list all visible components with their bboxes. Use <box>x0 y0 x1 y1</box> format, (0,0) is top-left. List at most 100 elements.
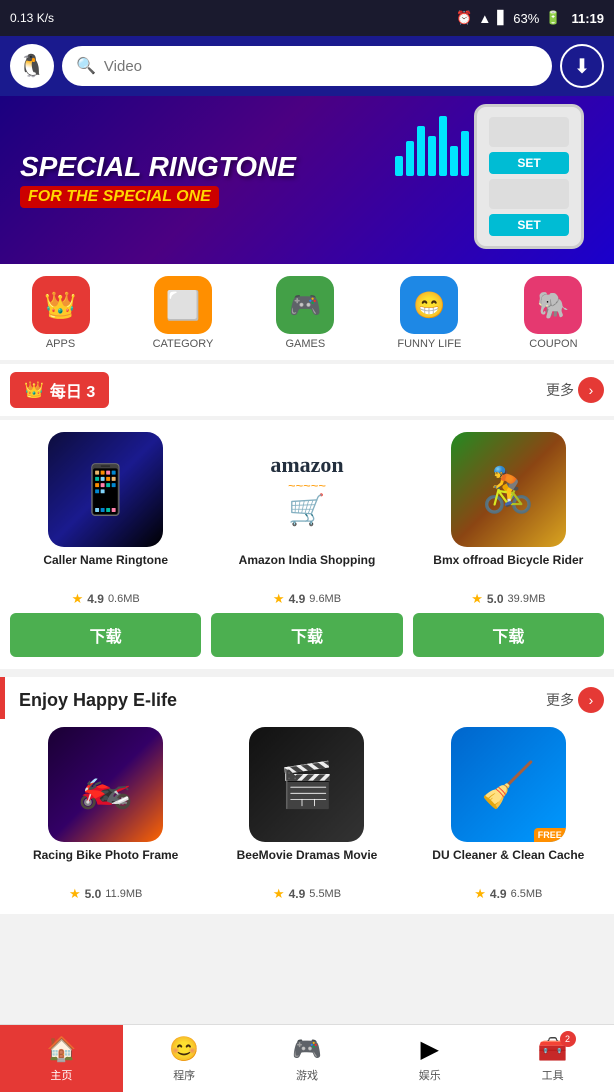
search-icon: 🔍 <box>76 56 96 76</box>
cat-item-funnylife[interactable]: 😁 FUNNY LIFE <box>397 276 461 350</box>
bar4 <box>428 136 436 176</box>
cat-item-apps[interactable]: 👑 APPS <box>32 276 90 350</box>
size-ducleaner: 6.5MB <box>511 888 543 900</box>
nav-label-apps: 程序 <box>173 1067 195 1083</box>
star-icon-beemovie: ★ <box>273 886 285 902</box>
rating-num-racing: 5.0 <box>85 887 102 901</box>
download-button-amazon[interactable]: 下载 <box>211 613 402 657</box>
download-button-caller[interactable]: 下载 <box>10 613 201 657</box>
home-icon: 🏠 <box>46 1035 76 1064</box>
enjoy-icon-ducleaner: 🧹 FREE <box>451 727 566 842</box>
app-name-caller: Caller Name Ringtone <box>43 553 168 585</box>
rating-num-bmx: 5.0 <box>487 592 504 606</box>
download-button[interactable]: ⬇ <box>560 44 604 88</box>
daily-title-wrap: 👑 每日 3 <box>10 372 109 408</box>
alarm-icon: ⏰ <box>456 10 472 26</box>
games-nav-icon: 🎮 <box>292 1035 322 1064</box>
avatar[interactable]: 🐧 <box>10 44 54 88</box>
cat-icon-coupon: 🐘 <box>524 276 582 334</box>
cat-item-coupon[interactable]: 🐘 COUPON <box>524 276 582 350</box>
cat-label-games: GAMES <box>285 338 325 350</box>
app-name-amazon: Amazon India Shopping <box>239 553 376 585</box>
header: 🐧 🔍 ⬇ <box>0 36 614 96</box>
nav-item-apps[interactable]: 😊 程序 <box>123 1025 246 1092</box>
enjoy-card-ducleaner: 🧹 FREE DU Cleaner & Clean Cache ★ 4.9 6.… <box>413 727 604 902</box>
rating-num-ducleaner: 4.9 <box>490 887 507 901</box>
cat-label-apps: APPS <box>46 338 75 350</box>
enjoy-name-ducleaner: DU Cleaner & Clean Cache <box>432 848 584 880</box>
download-button-bmx[interactable]: 下载 <box>413 613 604 657</box>
bar6 <box>450 146 458 176</box>
entertainment-nav-icon: ▶ <box>421 1035 439 1064</box>
enjoy-apps-grid: 🏍️ Racing Bike Photo Frame ★ 5.0 11.9MB … <box>0 719 614 914</box>
tools-badge: 2 <box>560 1031 576 1047</box>
nav-item-entertainment[interactable]: ▶ 娱乐 <box>368 1025 491 1092</box>
nav-item-tools[interactable]: 🧰 2 工具 <box>491 1025 614 1092</box>
set-button-2: SET <box>489 214 569 236</box>
avatar-emoji: 🐧 <box>18 53 45 79</box>
enjoy-more-arrow: › <box>578 687 604 713</box>
bar5 <box>439 116 447 176</box>
nav-label-tools: 工具 <box>542 1067 564 1083</box>
enjoy-rating-beemovie: ★ 4.9 5.5MB <box>273 886 341 902</box>
search-bar[interactable]: 🔍 <box>62 46 552 86</box>
enjoy-name-racing: Racing Bike Photo Frame <box>33 848 178 880</box>
cat-icon-category: ⬜ <box>154 276 212 334</box>
app-card-bmx: 🚴 Bmx offroad Bicycle Rider ★ 5.0 39.9MB… <box>413 432 604 657</box>
banner-line1: SPECIAL RINGTONE <box>20 152 296 183</box>
star-icon-bmx: ★ <box>471 591 483 607</box>
daily-title: 每日 3 <box>50 378 95 402</box>
bottom-nav: 🏠 主页 😊 程序 🎮 游戏 ▶ 娱乐 🧰 2 工具 <box>0 1024 614 1092</box>
size-racing: 11.9MB <box>105 888 142 900</box>
cat-icon-funnylife: 😁 <box>400 276 458 334</box>
daily-more-link[interactable]: 更多 › <box>546 377 604 403</box>
status-bar: 0.13 K/s ⏰ ▲ ▋ 63% 🔋 11:19 <box>0 0 614 36</box>
enjoy-name-beemovie: BeeMovie Dramas Movie <box>237 848 378 880</box>
network-speed: 0.13 K/s <box>10 11 54 25</box>
clock: 11:19 <box>571 11 604 26</box>
banner-text: SPECIAL RINGTONE FOR THE SPECIAL ONE <box>20 152 296 209</box>
signal-icon: ▋ <box>497 10 507 26</box>
size-amazon: 9.6MB <box>309 593 341 605</box>
enjoy-more-text: 更多 <box>546 690 574 710</box>
set-button-1: SET <box>489 152 569 174</box>
daily-more-arrow: › <box>578 377 604 403</box>
bar1 <box>395 156 403 176</box>
enjoy-rating-ducleaner: ★ 4.9 6.5MB <box>474 886 542 902</box>
app-icon-amazon: amazon ~~~~~ 🛒 <box>249 432 364 547</box>
enjoy-card-racing: 🏍️ Racing Bike Photo Frame ★ 5.0 11.9MB <box>10 727 201 902</box>
daily-crown-badge: 👑 每日 3 <box>10 372 109 408</box>
battery-icon: 🔋 <box>545 10 561 26</box>
app-rating-bmx: ★ 5.0 39.9MB <box>471 591 545 607</box>
rating-num-beemovie: 4.9 <box>289 887 306 901</box>
cat-item-category[interactable]: ⬜ CATEGORY <box>153 276 214 350</box>
size-caller: 0.6MB <box>108 593 140 605</box>
free-badge-ducleaner: FREE <box>534 828 566 842</box>
enjoy-rating-racing: ★ 5.0 11.9MB <box>69 886 142 902</box>
app-name-bmx: Bmx offroad Bicycle Rider <box>433 553 583 585</box>
star-icon-amazon: ★ <box>273 591 285 607</box>
size-bmx: 39.9MB <box>508 593 546 605</box>
app-icon-bmx: 🚴 <box>451 432 566 547</box>
wifi-icon: ▲ <box>478 11 491 26</box>
enjoy-header: Enjoy Happy E-life 更多 › <box>0 677 614 719</box>
category-row: 👑 APPS ⬜ CATEGORY 🎮 GAMES 😁 FUNNY LIFE 🐘… <box>0 264 614 360</box>
app-card-caller: 📱 Caller Name Ringtone ★ 4.9 0.6MB 下载 <box>10 432 201 657</box>
apps-grid: 📱 Caller Name Ringtone ★ 4.9 0.6MB 下载 am… <box>0 420 614 669</box>
nav-item-home[interactable]: 🏠 主页 <box>0 1025 123 1092</box>
nav-label-games: 游戏 <box>296 1067 318 1083</box>
cat-label-coupon: COUPON <box>529 338 577 350</box>
apps-nav-icon: 😊 <box>169 1035 199 1064</box>
rating-num-caller: 4.9 <box>87 592 104 606</box>
cat-item-games[interactable]: 🎮 GAMES <box>276 276 334 350</box>
amazon-cart-icon: 🛒 <box>288 493 325 528</box>
enjoy-section: Enjoy Happy E-life 更多 › 🏍️ Racing Bike P… <box>0 677 614 914</box>
daily-header: 👑 每日 3 更多 › <box>0 364 614 416</box>
enjoy-card-beemovie: 🎬 BeeMovie Dramas Movie ★ 4.9 5.5MB <box>211 727 402 902</box>
app-rating-caller: ★ 4.9 0.6MB <box>72 591 140 607</box>
crown-icon: 👑 <box>24 380 44 400</box>
search-input[interactable] <box>104 58 538 75</box>
enjoy-more-link[interactable]: 更多 › <box>546 687 604 713</box>
enjoy-icon-racing: 🏍️ <box>48 727 163 842</box>
nav-item-games[interactable]: 🎮 游戏 <box>246 1025 369 1092</box>
